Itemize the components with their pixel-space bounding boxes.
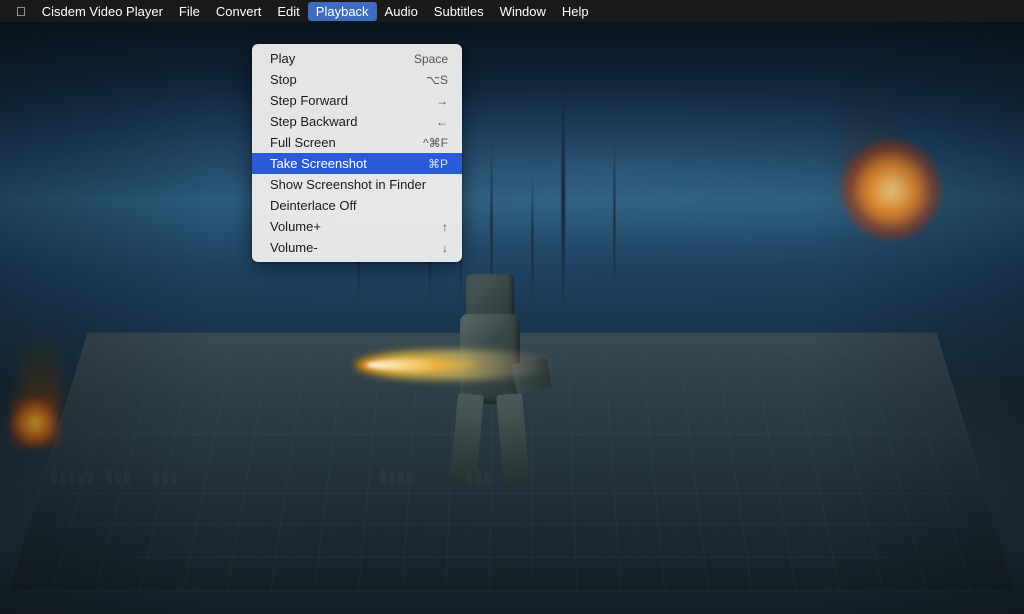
edit-menu-item[interactable]: Edit (269, 2, 307, 21)
menu-item-step-backward[interactable]: Step Backward ← (252, 111, 462, 132)
menu-item-step-forward[interactable]: Step Forward → (252, 90, 462, 111)
volume-up-label: Volume+ (270, 219, 422, 234)
apple-menu[interactable]:  (8, 4, 34, 19)
window-menu-item[interactable]: Window (492, 2, 554, 21)
full-screen-label: Full Screen (270, 135, 403, 150)
show-screenshot-finder-label: Show Screenshot in Finder (270, 177, 428, 192)
menu-item-volume-up[interactable]: Volume+ ↑ (252, 216, 462, 237)
playback-dropdown: Play Space Stop ⌥S Step Forward → Step B… (252, 44, 462, 262)
subtitles-menu-item[interactable]: Subtitles (426, 2, 492, 21)
deinterlace-off-label: Deinterlace Off (270, 198, 428, 213)
video-area: Play Space Stop ⌥S Step Forward → Step B… (0, 22, 1024, 614)
convert-menu-item[interactable]: Convert (208, 2, 270, 21)
depth-overlay (0, 22, 1024, 614)
menu-bar:  Cisdem Video Player File Convert Edit … (0, 0, 1024, 22)
file-menu-item[interactable]: File (171, 2, 208, 21)
play-shortcut: Space (414, 52, 448, 66)
play-label: Play (270, 51, 394, 66)
menu-item-play[interactable]: Play Space (252, 48, 462, 69)
menu-item-take-screenshot[interactable]: Take Screenshot ⌘P (252, 153, 462, 174)
step-forward-label: Step Forward (270, 93, 416, 108)
menu-item-volume-down[interactable]: Volume- ↓ (252, 237, 462, 258)
step-forward-shortcut: → (436, 94, 448, 108)
menu-item-deinterlace-off[interactable]: Deinterlace Off (252, 195, 462, 216)
take-screenshot-shortcut: ⌘P (428, 157, 448, 171)
volume-down-shortcut: ↓ (442, 241, 448, 255)
playback-menu-item[interactable]: Playback (308, 2, 377, 21)
volume-up-shortcut: ↑ (442, 220, 448, 234)
help-menu-item[interactable]: Help (554, 2, 597, 21)
full-screen-shortcut: ^⌘F (423, 136, 448, 150)
audio-menu-item[interactable]: Audio (377, 2, 426, 21)
step-backward-label: Step Backward (270, 114, 416, 129)
menu-item-stop[interactable]: Stop ⌥S (252, 69, 462, 90)
menu-item-full-screen[interactable]: Full Screen ^⌘F (252, 132, 462, 153)
menu-bar-left:  Cisdem Video Player File Convert Edit … (8, 2, 597, 21)
stop-label: Stop (270, 72, 406, 87)
volume-down-label: Volume- (270, 240, 422, 255)
menu-item-show-screenshot-finder[interactable]: Show Screenshot in Finder (252, 174, 462, 195)
take-screenshot-label: Take Screenshot (270, 156, 408, 171)
stop-shortcut: ⌥S (426, 73, 448, 87)
app-menu-item[interactable]: Cisdem Video Player (34, 2, 171, 21)
step-backward-shortcut: ← (436, 115, 448, 129)
